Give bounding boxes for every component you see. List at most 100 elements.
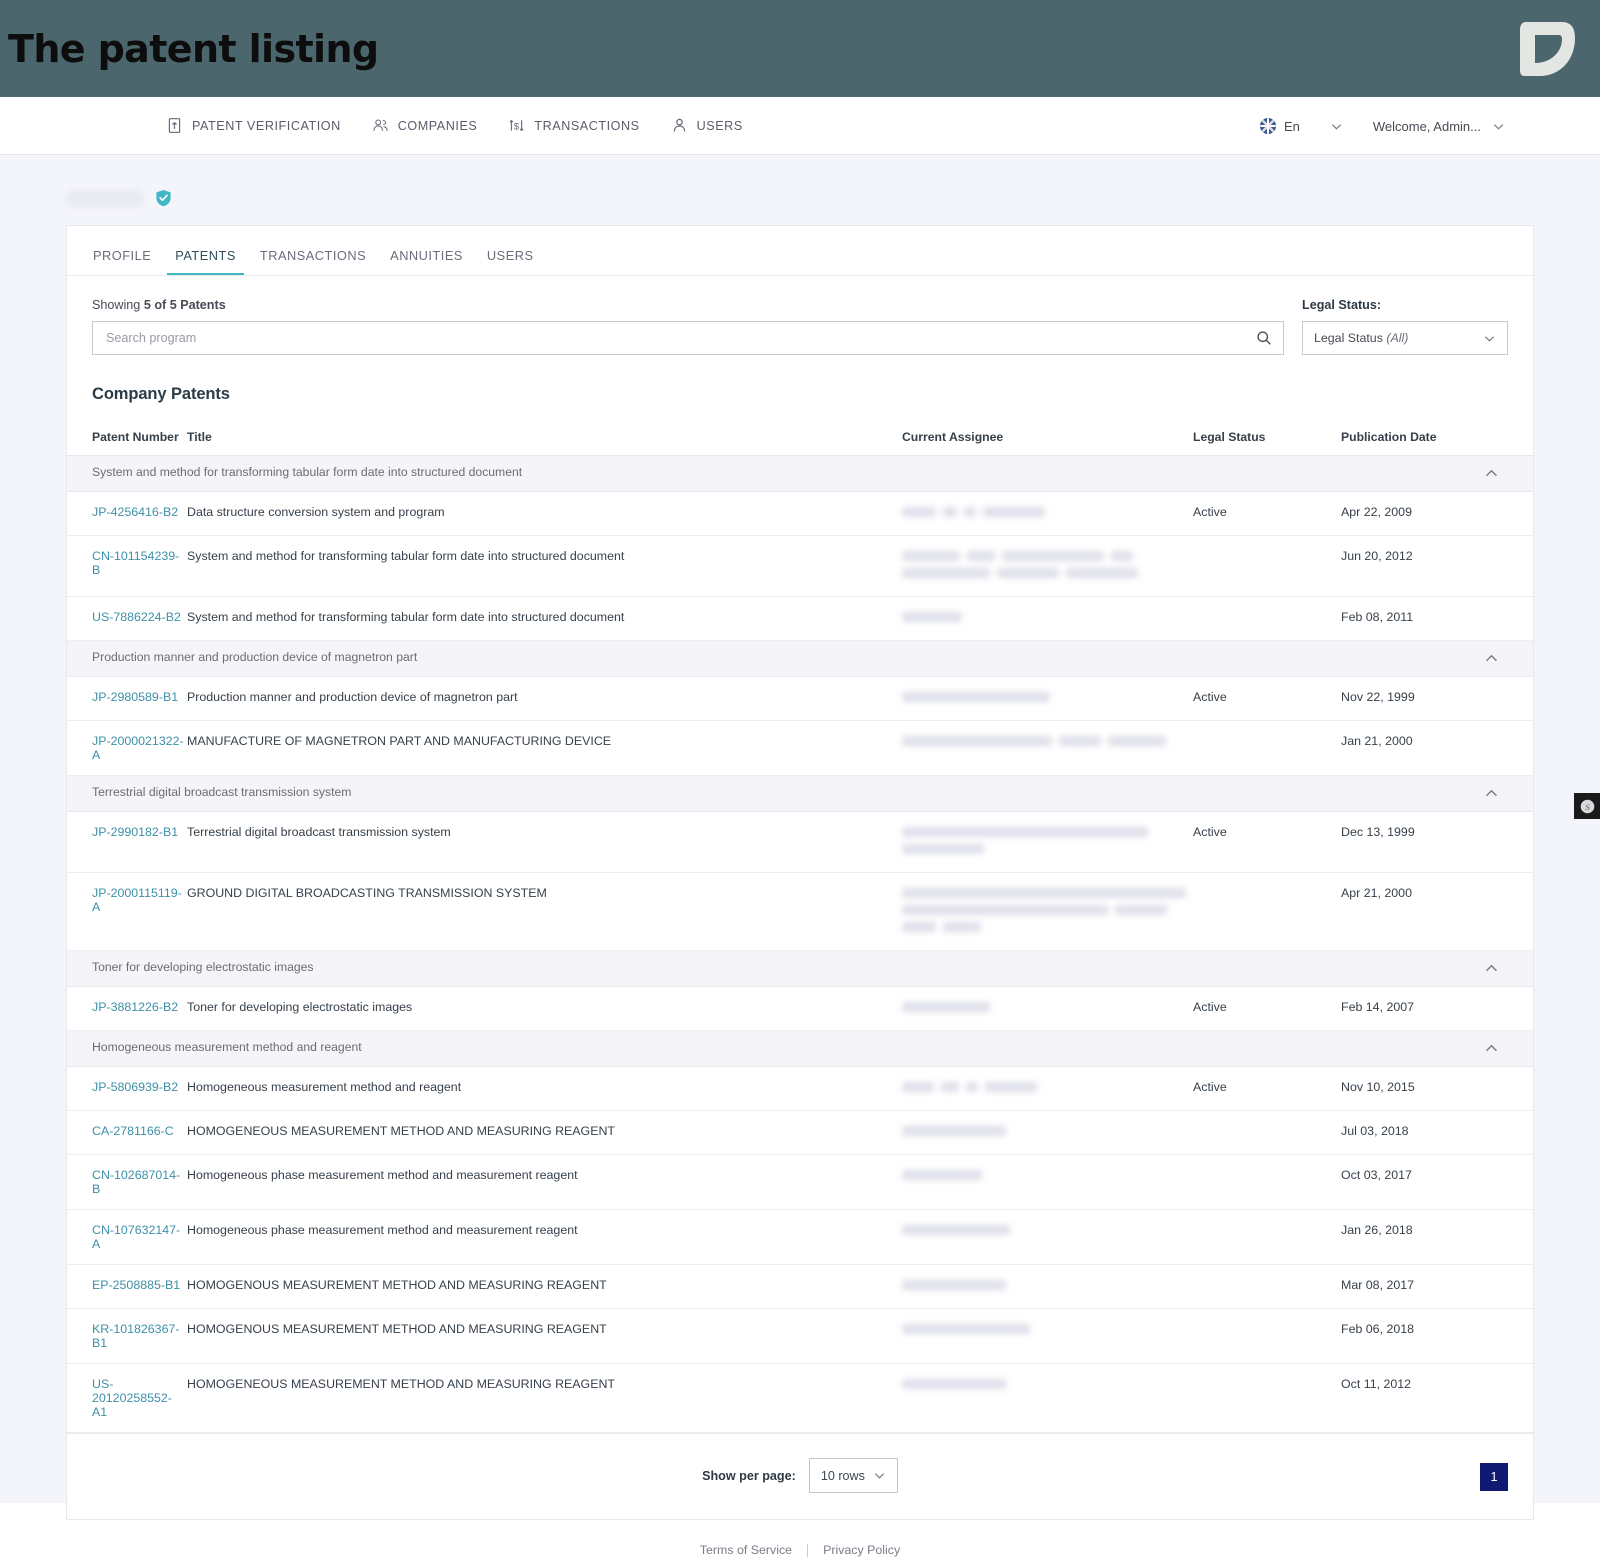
chevron-down-icon [1492,120,1505,133]
nav-item-companies[interactable]: COMPANIES [372,117,478,134]
tab-users[interactable]: USERS [478,248,543,275]
chevron-down-icon [873,1469,886,1482]
patent-number-link[interactable]: JP-2990182-B1 [92,825,178,839]
patent-title-cell: HOMOGENOUS MEASUREMENT METHOD AND MEASUR… [187,1309,902,1364]
patent-number-cell[interactable]: JP-2980589-B1 [67,677,187,721]
table-row[interactable]: JP-4256416-B2 Data structure conversion s… [67,492,1533,536]
patent-number-cell[interactable]: JP-4256416-B2 [67,492,187,536]
patent-group-header[interactable]: Production manner and production device … [67,641,1533,677]
rows-per-page-value: 10 rows [821,1469,865,1483]
patent-number-cell[interactable]: CA-2781166-C [67,1111,187,1155]
legal-status-column: Legal Status: Legal Status (All) [1302,298,1508,355]
patent-group-header[interactable]: System and method for transforming tabul… [67,456,1533,492]
patent-number-cell[interactable]: JP-2990182-B1 [67,812,187,873]
search-box[interactable] [92,321,1284,355]
page-number-1[interactable]: 1 [1480,1463,1508,1491]
legal-status-cell [1193,597,1341,641]
patent-number-cell[interactable]: JP-5806939-B2 [67,1067,187,1111]
patent-number-link[interactable]: CN-102687014-B [92,1168,180,1196]
patent-number-link[interactable]: JP-2000115119-A [92,886,182,914]
side-widget-button[interactable]: S [1574,793,1600,819]
table-row[interactable]: CA-2781166-C HOMOGENEOUS MEASUREMENT METH… [67,1111,1533,1155]
chevron-up-icon[interactable] [1483,785,1500,802]
chevron-up-icon[interactable] [1483,650,1500,667]
search-icon[interactable] [1256,330,1272,346]
chevron-up-icon[interactable] [1483,465,1500,482]
patent-number-cell[interactable]: EP-2508885-B1 [67,1265,187,1309]
table-row[interactable]: US-20120258552-A1HOMOGENEOUS MEASUREMENT… [67,1364,1533,1433]
group-collapse-cell[interactable] [1341,776,1533,812]
table-row[interactable]: CN-102687014-BHomogeneous phase measurem… [67,1155,1533,1210]
patent-number-link[interactable]: US-20120258552-A1 [92,1377,172,1419]
patent-group-header[interactable]: Homogeneous measurement method and reage… [67,1031,1533,1067]
tab-annuities[interactable]: ANNUITIES [381,248,472,275]
group-collapse-cell[interactable] [1341,641,1533,677]
patent-number-link[interactable]: KR-101826367-B1 [92,1322,180,1350]
patent-number-link[interactable]: JP-2000021322-A [92,734,184,762]
chevron-up-icon[interactable] [1483,1040,1500,1057]
table-row[interactable]: KR-101826367-B1HOMOGENOUS MEASUREMENT ME… [67,1309,1533,1364]
search-input[interactable] [104,330,1256,346]
table-row[interactable]: JP-2990182-B1Terrestrial digital broadca… [67,812,1533,873]
patent-title-cell: Data structure conversion system and pro… [187,492,902,536]
patent-number-link[interactable]: JP-5806939-B2 [92,1080,178,1094]
patent-number-cell[interactable]: CN-102687014-B [67,1155,187,1210]
assignee-redacted-block [943,922,981,932]
table-row[interactable]: JP-2000021322-AMANUFACTURE OF MAGNETRON … [67,721,1533,776]
account-menu[interactable]: Welcome, Admin... [1373,119,1505,134]
publication-date-cell: Feb 08, 2011 [1341,597,1533,641]
table-row[interactable]: CN-101154239-BSystem and method for tran… [67,536,1533,597]
patent-number-cell[interactable]: JP-2000115119-A [67,873,187,951]
patent-title-cell: HOMOGENEOUS MEASUREMENT METHOD AND MEASU… [187,1111,902,1155]
patent-title-cell: Homogeneous phase measurement method and… [187,1210,902,1265]
assignee-cell [902,1265,1193,1309]
patent-number-cell[interactable]: US-20120258552-A1 [67,1364,187,1433]
patent-number-cell[interactable]: US-7886224-B2 [67,597,187,641]
patents-table: Patent Number Title Current Assignee Leg… [67,420,1533,1433]
patent-number-link[interactable]: JP-4256416-B2 [92,505,178,519]
nav-item-users[interactable]: USERS [671,117,743,134]
language-selector[interactable]: En [1260,118,1343,134]
assignee-cell [902,812,1193,873]
patent-number-link[interactable]: CN-101154239-B [92,549,179,577]
nav-item-transactions[interactable]: $ TRANSACTIONS [508,117,639,134]
group-collapse-cell[interactable] [1341,1031,1533,1067]
patent-number-cell[interactable]: CN-101154239-B [67,536,187,597]
table-row[interactable]: JP-5806939-B2Homogeneous measurement met… [67,1067,1533,1111]
patent-group-header[interactable]: Terrestrial digital broadcast transmissi… [67,776,1533,812]
tab-patents[interactable]: PATENTS [166,248,245,275]
terms-of-service-link[interactable]: Terms of Service [700,1543,792,1557]
privacy-policy-link[interactable]: Privacy Policy [823,1543,900,1557]
tab-transactions[interactable]: TRANSACTIONS [251,248,375,275]
rows-per-page-select[interactable]: 10 rows [809,1458,898,1493]
legal-status-cell [1193,1309,1341,1364]
patent-number-cell[interactable]: KR-101826367-B1 [67,1309,187,1364]
patent-number-cell[interactable]: JP-2000021322-A [67,721,187,776]
patent-number-cell[interactable]: CN-107632147-A [67,1210,187,1265]
patents-card: PROFILE PATENTS TRANSACTIONS ANNUITIES U… [66,225,1534,1520]
assignee-redacted-block [902,692,1050,702]
patent-number-link[interactable]: JP-2980589-B1 [92,690,178,704]
group-collapse-cell[interactable] [1341,456,1533,492]
legal-status-select[interactable]: Legal Status (All) [1302,321,1508,355]
table-row[interactable]: JP-2000115119-AGROUND DIGITAL BROADCASTI… [67,873,1533,951]
chevron-down-icon [1483,332,1496,345]
table-row[interactable]: US-7886224-B2System and method for trans… [67,597,1533,641]
nav-item-patent-verification[interactable]: PATENT VERIFICATION [166,117,341,134]
patent-number-link[interactable]: CA-2781166-C [92,1124,174,1138]
chevron-up-icon[interactable] [1483,960,1500,977]
tab-profile[interactable]: PROFILE [84,248,160,275]
patent-group-header[interactable]: Toner for developing electrostatic image… [67,951,1533,987]
table-row[interactable]: JP-3881226-B2Toner for developing electr… [67,987,1533,1031]
patent-number-link[interactable]: EP-2508885-B1 [92,1278,180,1292]
group-collapse-cell[interactable] [1341,951,1533,987]
table-row[interactable]: EP-2508885-B1HOMOGENOUS MEASUREMENT METH… [67,1265,1533,1309]
patent-number-link[interactable]: JP-3881226-B2 [92,1000,178,1014]
patent-number-cell[interactable]: JP-3881226-B2 [67,987,187,1031]
patent-number-link[interactable]: US-7886224-B2 [92,610,181,624]
table-row[interactable]: CN-107632147-AHomogeneous phase measurem… [67,1210,1533,1265]
publication-date-cell: Jun 20, 2012 [1341,536,1533,597]
legal-status-cell [1193,1210,1341,1265]
patent-number-link[interactable]: CN-107632147-A [92,1223,180,1251]
table-row[interactable]: JP-2980589-B1Production manner and produ… [67,677,1533,721]
